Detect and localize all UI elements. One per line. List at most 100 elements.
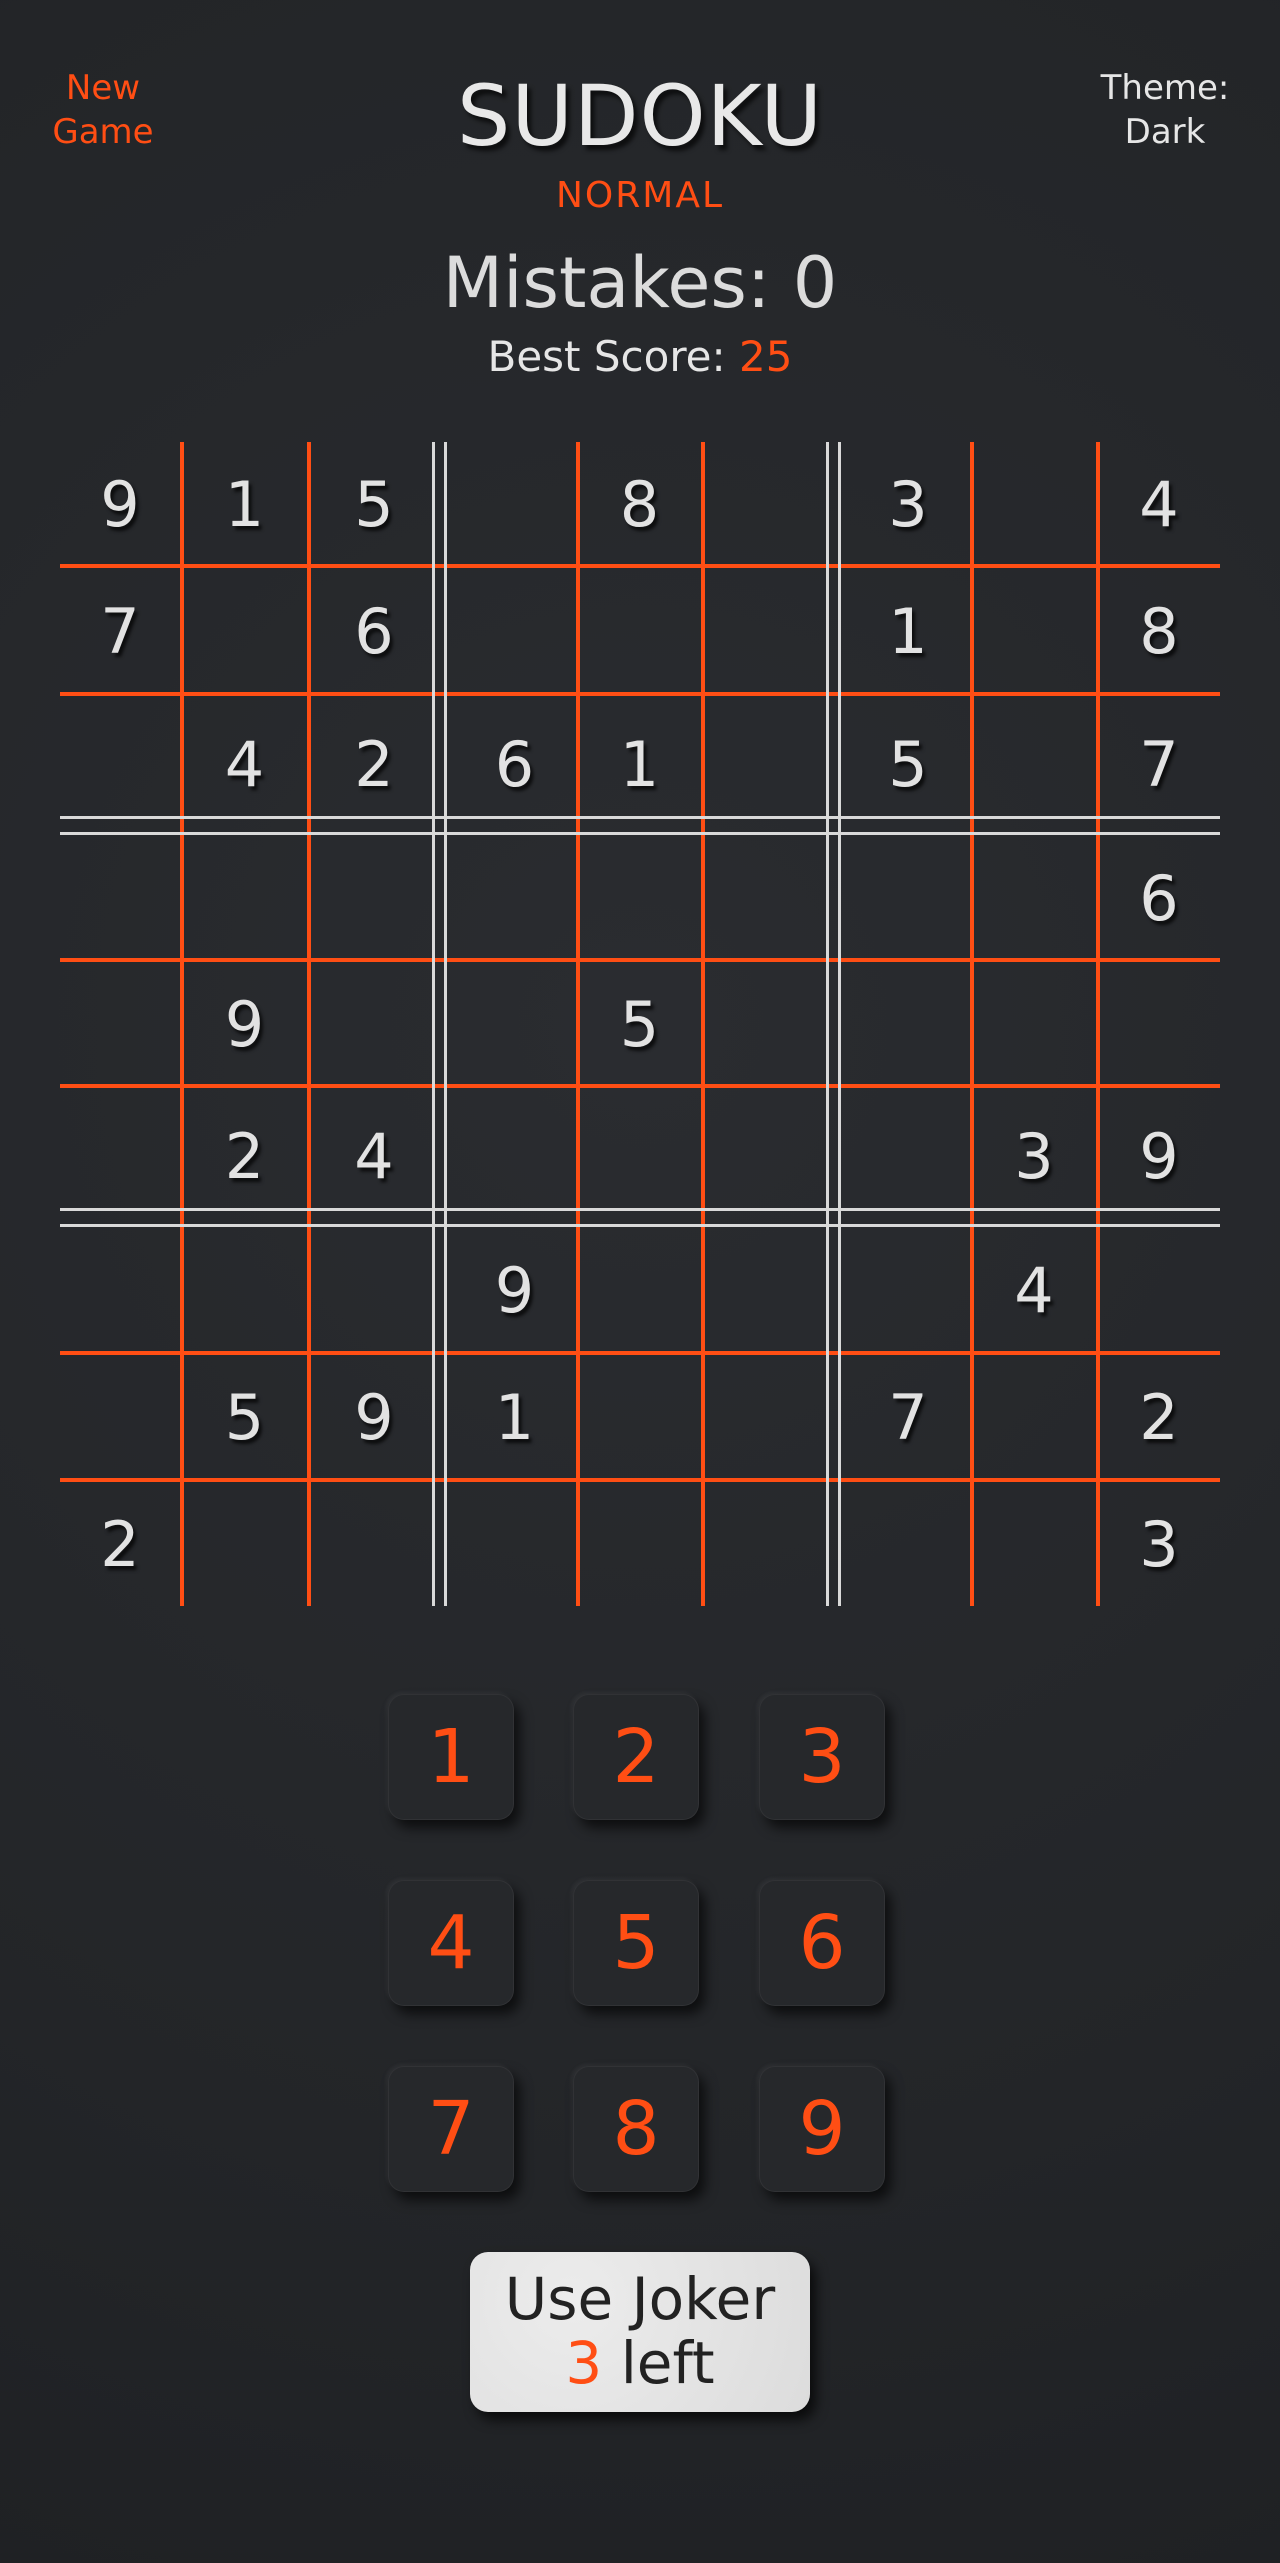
board-cell[interactable]: 1 — [578, 696, 701, 832]
number-button[interactable]: 7 — [388, 2066, 514, 2192]
board-cell[interactable] — [703, 836, 841, 960]
board-cell[interactable]: 3 — [972, 1088, 1096, 1224]
use-joker-button[interactable]: Use Joker 3 left — [470, 2252, 810, 2412]
board-cell[interactable] — [972, 836, 1096, 960]
board-cell[interactable] — [972, 1355, 1096, 1480]
board-cell[interactable] — [703, 1355, 841, 1480]
number-button[interactable]: 1 — [388, 1694, 514, 1820]
board-cell[interactable] — [846, 1088, 970, 1224]
board-cell[interactable] — [309, 1228, 439, 1353]
board-cell[interactable] — [60, 696, 180, 832]
difficulty-label: NORMAL — [555, 175, 725, 216]
board-cell[interactable] — [703, 1088, 841, 1224]
joker-suffix: left — [620, 2329, 715, 2397]
sudoku-board: 91583476184261576952439945917223 — [60, 442, 1220, 1606]
board-cell[interactable] — [578, 1355, 701, 1480]
board-cell[interactable] — [972, 962, 1096, 1086]
board-cell[interactable] — [578, 1228, 701, 1353]
board-cell[interactable]: 5 — [309, 442, 439, 566]
board-cell[interactable] — [972, 1482, 1096, 1606]
board-cell[interactable] — [703, 1228, 841, 1353]
number-button[interactable]: 4 — [388, 1880, 514, 2006]
board-cell[interactable] — [182, 836, 307, 960]
board-cell[interactable]: 4 — [309, 1088, 439, 1224]
board-cell[interactable] — [972, 442, 1096, 566]
theme-toggle[interactable]: Theme: Dark — [1080, 66, 1250, 154]
board-cell[interactable] — [60, 836, 180, 960]
board-cell[interactable] — [453, 1482, 576, 1606]
board-cell[interactable]: 9 — [60, 442, 180, 566]
board-cell[interactable]: 9 — [453, 1228, 576, 1353]
board-cell[interactable] — [309, 962, 439, 1086]
board-cell[interactable]: 7 — [60, 568, 180, 694]
board-cell[interactable]: 6 — [453, 696, 576, 832]
board-cell[interactable]: 5 — [182, 1355, 307, 1480]
board-cell[interactable] — [703, 962, 841, 1086]
board-cell[interactable] — [453, 442, 576, 566]
board-cell[interactable] — [578, 1088, 701, 1224]
board-cell[interactable]: 2 — [60, 1482, 180, 1606]
number-button[interactable]: 2 — [573, 1694, 699, 1820]
mistakes-counter: Mistakes: 0 — [0, 240, 1280, 326]
board-cell[interactable] — [578, 836, 701, 960]
board-cell[interactable] — [703, 696, 841, 832]
board-cell[interactable]: 4 — [1098, 442, 1220, 566]
board-cell[interactable]: 7 — [846, 1355, 970, 1480]
board-cell[interactable] — [703, 1482, 841, 1606]
board-cell[interactable]: 6 — [1098, 836, 1220, 960]
number-button[interactable]: 9 — [759, 2066, 885, 2192]
board-cell[interactable]: 6 — [309, 568, 439, 694]
number-button[interactable]: 8 — [573, 2066, 699, 2192]
board-cell[interactable]: 9 — [182, 962, 307, 1086]
board-cell[interactable] — [1098, 1228, 1220, 1353]
number-button[interactable]: 6 — [759, 1880, 885, 2006]
board-cell[interactable]: 9 — [1098, 1088, 1220, 1224]
board-cell[interactable] — [703, 568, 841, 694]
board-cell[interactable] — [60, 1088, 180, 1224]
board-cell[interactable] — [846, 1482, 970, 1606]
board-cell[interactable] — [453, 1088, 576, 1224]
board-cell[interactable]: 4 — [182, 696, 307, 832]
board-cell[interactable]: 1 — [846, 568, 970, 694]
joker-label: Use Joker — [504, 2265, 776, 2333]
board-cell[interactable] — [60, 962, 180, 1086]
joker-count: 3 — [565, 2329, 603, 2397]
board-cell[interactable] — [309, 1482, 439, 1606]
board-cell[interactable]: 3 — [1098, 1482, 1220, 1606]
board-cell[interactable]: 8 — [1098, 568, 1220, 694]
board-cell[interactable] — [846, 962, 970, 1086]
board-cell[interactable] — [578, 1482, 701, 1606]
board-cell[interactable] — [453, 836, 576, 960]
board-cell[interactable]: 1 — [182, 442, 307, 566]
board-cell[interactable] — [182, 1482, 307, 1606]
board-cell[interactable] — [60, 1355, 180, 1480]
board-cell[interactable]: 2 — [182, 1088, 307, 1224]
board-cell[interactable] — [453, 568, 576, 694]
best-score: Best Score: 25 — [0, 330, 1280, 384]
number-button[interactable]: 5 — [573, 1880, 699, 2006]
board-cell[interactable]: 4 — [972, 1228, 1096, 1353]
board-cell[interactable] — [60, 1228, 180, 1353]
board-cell[interactable]: 2 — [1098, 1355, 1220, 1480]
board-cell[interactable]: 1 — [453, 1355, 576, 1480]
board-cell[interactable]: 8 — [578, 442, 701, 566]
board-cell[interactable]: 3 — [846, 442, 970, 566]
board-cell[interactable] — [309, 836, 439, 960]
board-cell[interactable] — [972, 696, 1096, 832]
board-cell[interactable] — [182, 568, 307, 694]
best-score-label: Best Score: — [487, 332, 726, 381]
board-cell[interactable]: 2 — [309, 696, 439, 832]
board-cell[interactable] — [846, 1228, 970, 1353]
board-cell[interactable] — [972, 568, 1096, 694]
board-cell[interactable] — [846, 836, 970, 960]
board-cell[interactable] — [578, 568, 701, 694]
board-cell[interactable] — [703, 442, 841, 566]
number-button[interactable]: 3 — [759, 1694, 885, 1820]
board-cell[interactable] — [182, 1228, 307, 1353]
board-cell[interactable]: 5 — [578, 962, 701, 1086]
board-cell[interactable] — [453, 962, 576, 1086]
board-cell[interactable]: 7 — [1098, 696, 1220, 832]
board-cell[interactable]: 9 — [309, 1355, 439, 1480]
board-cell[interactable]: 5 — [846, 696, 970, 832]
board-cell[interactable] — [1098, 962, 1220, 1086]
